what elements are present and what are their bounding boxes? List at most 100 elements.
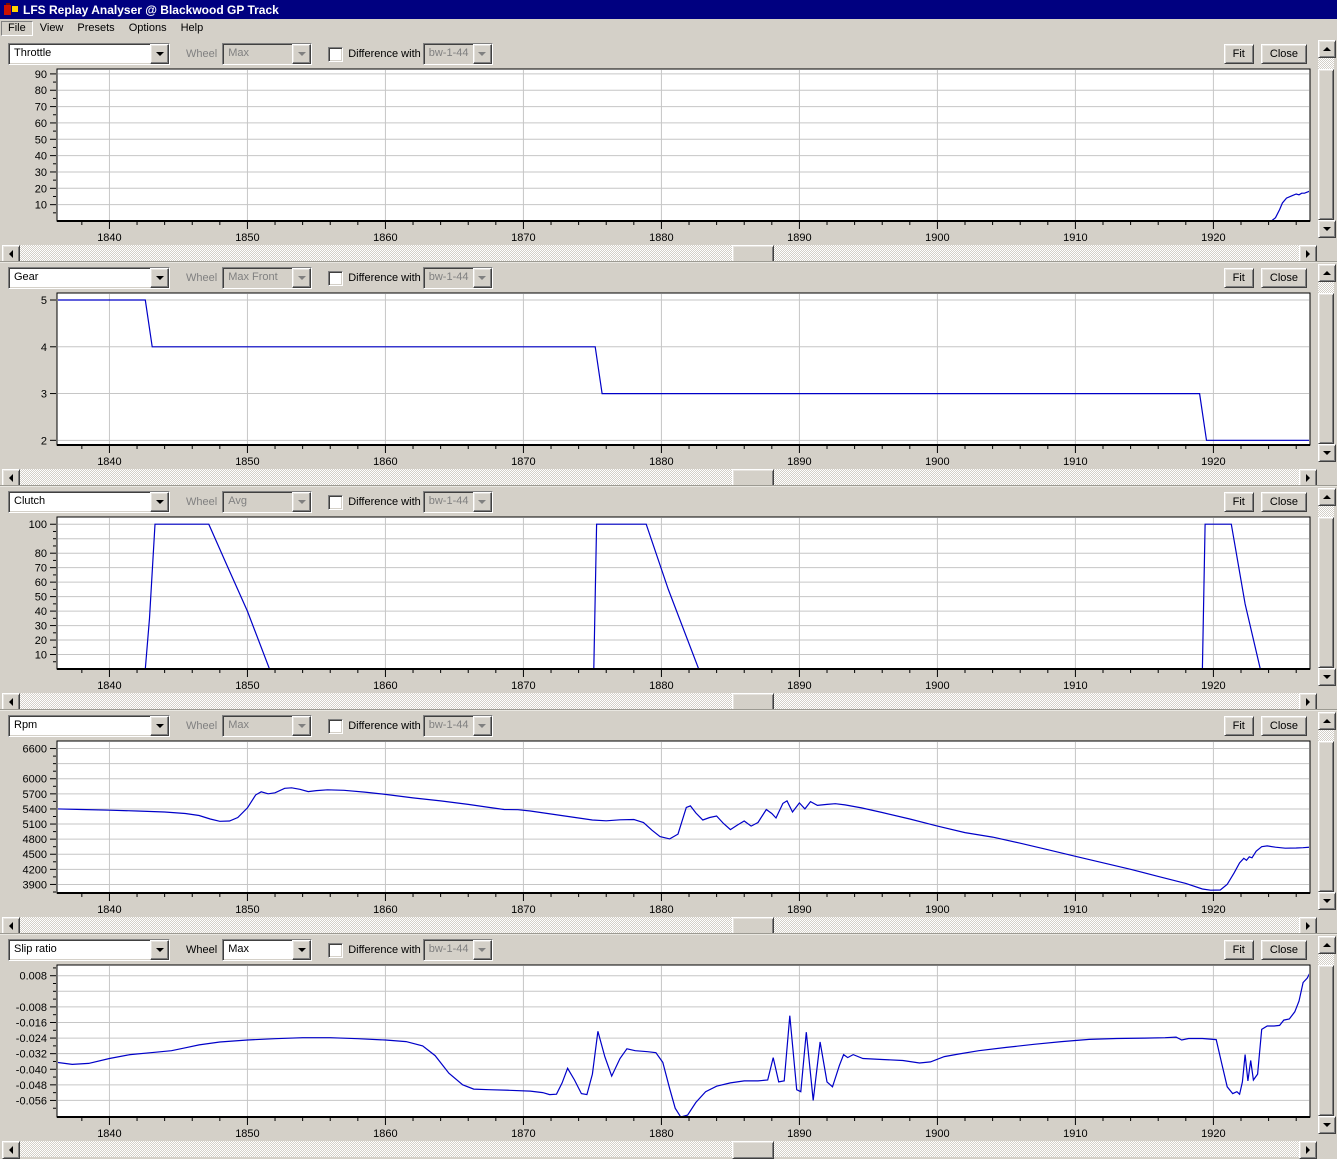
- scroll-up-icon[interactable]: [1318, 40, 1336, 58]
- vertical-scroll-thumb[interactable]: [1318, 965, 1334, 1116]
- chevron-down-icon[interactable]: [472, 940, 492, 960]
- difference-checkbox[interactable]: [328, 270, 344, 286]
- menu-view[interactable]: View: [33, 21, 71, 36]
- chevron-down-icon[interactable]: [150, 940, 169, 960]
- scroll-up-icon[interactable]: [1318, 936, 1336, 954]
- difference-checkbox[interactable]: [328, 494, 344, 510]
- vertical-scroll-track[interactable]: [1318, 954, 1334, 965]
- wheel-select[interactable]: Avg: [222, 491, 313, 513]
- scroll-down-icon[interactable]: [1318, 668, 1336, 686]
- difference-select[interactable]: bw-1-44: [422, 43, 493, 65]
- vertical-scroll-thumb[interactable]: [1318, 741, 1334, 892]
- close-button[interactable]: Close: [1260, 492, 1307, 512]
- chevron-down-icon[interactable]: [292, 44, 312, 64]
- vertical-scrollbar[interactable]: [1318, 488, 1336, 686]
- fit-button[interactable]: Fit: [1223, 492, 1254, 512]
- scroll-right-icon[interactable]: [1299, 1141, 1317, 1159]
- chevron-down-icon[interactable]: [472, 716, 492, 736]
- vertical-scrollbar[interactable]: [1318, 712, 1336, 910]
- svg-text:10: 10: [35, 650, 47, 662]
- horizontal-scrollbar[interactable]: [2, 917, 1317, 935]
- scroll-up-icon[interactable]: [1318, 488, 1336, 506]
- vertical-scrollbar[interactable]: [1318, 936, 1336, 1134]
- horizontal-scroll-track[interactable]: [20, 1141, 1299, 1159]
- horizontal-scroll-track[interactable]: [20, 693, 1299, 711]
- horizontal-scrollbar[interactable]: [2, 469, 1317, 487]
- wheel-select[interactable]: Max: [222, 715, 313, 737]
- horizontal-scrollbar[interactable]: [2, 245, 1317, 263]
- scroll-down-icon[interactable]: [1318, 1116, 1336, 1134]
- fit-button[interactable]: Fit: [1223, 268, 1254, 288]
- vertical-scroll-thumb[interactable]: [1318, 517, 1334, 668]
- fit-button[interactable]: Fit: [1223, 716, 1254, 736]
- channel-select[interactable]: Clutch: [8, 491, 170, 513]
- scroll-down-icon[interactable]: [1318, 444, 1336, 462]
- horizontal-scroll-track[interactable]: [20, 245, 1299, 263]
- vertical-scroll-track[interactable]: [1318, 730, 1334, 741]
- vertical-scroll-track[interactable]: [1318, 58, 1334, 69]
- wheel-select[interactable]: Max: [222, 43, 313, 65]
- telemetry-chart[interactable]: 6600 6000 5700 5400 5100 4800 4500 4200 3900 1840…: [2, 739, 1318, 917]
- channel-select[interactable]: Gear: [8, 267, 170, 289]
- difference-checkbox[interactable]: [328, 46, 344, 62]
- chevron-down-icon[interactable]: [472, 492, 492, 512]
- difference-checkbox[interactable]: [328, 718, 344, 734]
- chevron-down-icon[interactable]: [150, 268, 169, 288]
- vertical-scroll-track[interactable]: [1318, 282, 1334, 293]
- chevron-down-icon[interactable]: [292, 268, 312, 288]
- svg-text:1910: 1910: [1063, 680, 1087, 692]
- vertical-scrollbar[interactable]: [1318, 264, 1336, 462]
- scroll-up-icon[interactable]: [1318, 712, 1336, 730]
- horizontal-scrollbar[interactable]: [2, 693, 1317, 711]
- menu-help[interactable]: Help: [174, 21, 211, 36]
- difference-select[interactable]: bw-1-44: [422, 715, 493, 737]
- horizontal-scroll-thumb[interactable]: [732, 1141, 774, 1159]
- chevron-down-icon[interactable]: [150, 44, 169, 64]
- chevron-down-icon[interactable]: [292, 492, 312, 512]
- scroll-up-icon[interactable]: [1318, 264, 1336, 282]
- menu-options[interactable]: Options: [122, 21, 174, 36]
- scroll-left-icon[interactable]: [2, 1141, 20, 1159]
- chevron-down-icon[interactable]: [292, 716, 312, 736]
- telemetry-chart[interactable]: 90 80 70 60 50 40 30 20 10 1840 1850 1860 1870 1880 18…: [2, 67, 1318, 245]
- channel-select[interactable]: Rpm: [8, 715, 170, 737]
- fit-button[interactable]: Fit: [1223, 44, 1254, 64]
- channel-select[interactable]: Throttle: [8, 43, 170, 65]
- close-button[interactable]: Close: [1260, 940, 1307, 960]
- wheel-select[interactable]: Max: [222, 939, 313, 961]
- scroll-down-icon[interactable]: [1318, 220, 1336, 238]
- menu-file[interactable]: File: [1, 21, 33, 36]
- chevron-down-icon[interactable]: [292, 940, 312, 960]
- vertical-scroll-thumb[interactable]: [1318, 69, 1334, 220]
- telemetry-chart[interactable]: 0.008 -0.008 -0.016 -0.024 -0.032 -0.040 -0.04…: [2, 963, 1318, 1141]
- close-button[interactable]: Close: [1260, 268, 1307, 288]
- svg-text:1840: 1840: [97, 232, 121, 244]
- vertical-scroll-track[interactable]: [1318, 506, 1334, 517]
- chevron-down-icon[interactable]: [150, 716, 169, 736]
- difference-checkbox[interactable]: [328, 942, 344, 958]
- chevron-down-icon[interactable]: [472, 44, 492, 64]
- chevron-down-icon[interactable]: [150, 492, 169, 512]
- vertical-scroll-thumb[interactable]: [1318, 293, 1334, 444]
- telemetry-chart[interactable]: 5 4 3 2 1840 1850 1860 1870 1880 1890 1900 1910 1920: [2, 291, 1318, 469]
- chevron-down-icon[interactable]: [472, 268, 492, 288]
- telemetry-chart[interactable]: 100 80 70 60 50 40 30 20 10 1840 1850 1860 1870 1880 1…: [2, 515, 1318, 693]
- svg-text:70: 70: [35, 102, 47, 114]
- title-bar[interactable]: LFS Replay Analyser @ Blackwood GP Track: [0, 0, 1337, 19]
- close-button[interactable]: Close: [1260, 716, 1307, 736]
- fit-button[interactable]: Fit: [1223, 940, 1254, 960]
- svg-text:1890: 1890: [787, 680, 811, 692]
- difference-select[interactable]: bw-1-44: [422, 491, 493, 513]
- difference-select[interactable]: bw-1-44: [422, 939, 493, 961]
- menu-presets[interactable]: Presets: [70, 21, 121, 36]
- difference-select[interactable]: bw-1-44: [422, 267, 493, 289]
- horizontal-scroll-track[interactable]: [20, 469, 1299, 487]
- vertical-scrollbar[interactable]: [1318, 40, 1336, 238]
- wheel-select[interactable]: Max Front: [222, 267, 313, 289]
- channel-select[interactable]: Slip ratio: [8, 939, 170, 961]
- scroll-down-icon[interactable]: [1318, 892, 1336, 910]
- chart-area: 90 80 70 60 50 40 30 20 10 1840 1850 1860 1870 1880 18…: [0, 67, 1337, 245]
- horizontal-scroll-track[interactable]: [20, 917, 1299, 935]
- close-button[interactable]: Close: [1260, 44, 1307, 64]
- horizontal-scrollbar[interactable]: [2, 1141, 1317, 1159]
